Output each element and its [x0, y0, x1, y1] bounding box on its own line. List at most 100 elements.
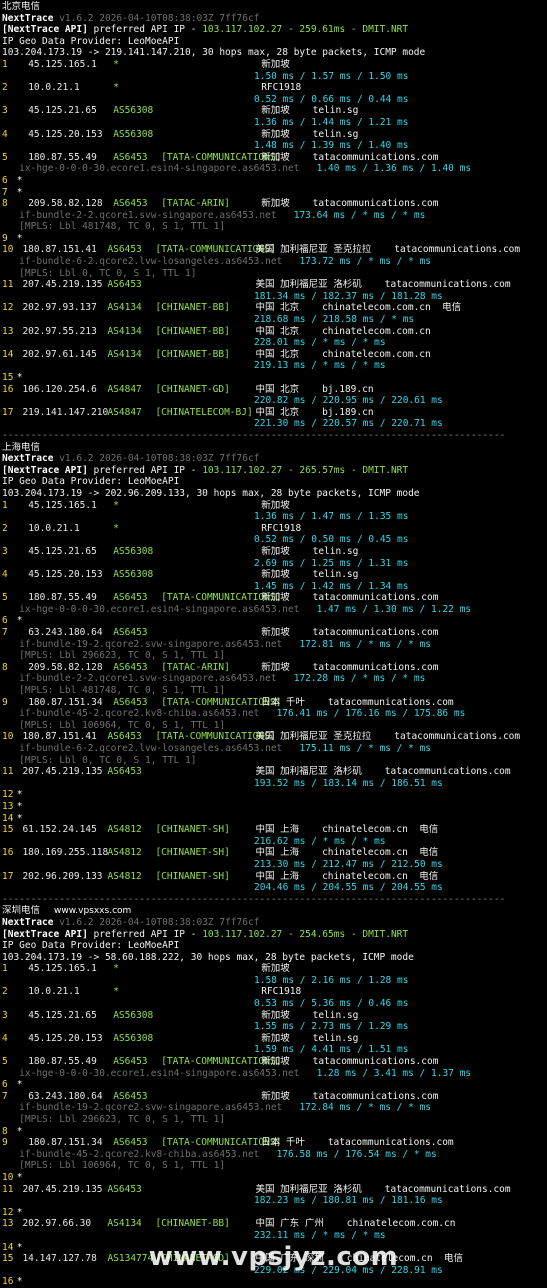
- trace-text: 103.204.173.19 -> 202.96.209.133, 30 hop…: [2, 487, 420, 499]
- hop-tag: [TATA-COMMUNICATIONS]: [161, 592, 282, 604]
- hop-latency: 1.59 ms / 4.41 ms / 1.51 ms: [254, 1044, 409, 1056]
- nexttrace-version: NextTrace v1.6.2 2026-04-10T08:38:03Z 7f…: [2, 453, 547, 465]
- hop-mpls-text: [MPLS: Lbl 0, TC 0, S 1, TTL 1]: [19, 267, 197, 279]
- hop-tag: [TATA-COMMUNICATIONS]: [161, 696, 282, 708]
- hop-row: 13 202.97.66.30 AS4134 [CHINANET-BB] 中国 广东 …: [2, 1218, 547, 1230]
- hop-ip: 207.45.219.135: [22, 279, 103, 291]
- hop-asn: AS6453: [113, 1056, 148, 1068]
- api-prefix: [NextTrace API]: [2, 928, 88, 940]
- hop-tag: [CHINATELECOM-BJ]: [155, 406, 253, 418]
- hop-timeout: *: [11, 1206, 23, 1218]
- hop-host: telin.sg: [312, 569, 359, 581]
- hop-host: tatacommunications.com: [312, 1056, 439, 1068]
- app-name: NextTrace: [2, 916, 54, 928]
- hop-asn: *: [113, 82, 119, 94]
- hop-row: 8 *: [2, 1126, 547, 1138]
- hop-ip: 10.0.21.1: [28, 522, 80, 534]
- hop-asn: AS6453: [113, 661, 148, 673]
- hop-rdns-text: if-bundle-6-2.qcore2.lvw-losangeles.as64…: [19, 256, 283, 268]
- hop-location: 中国 北京: [255, 406, 300, 418]
- hop-number: 6: [2, 615, 8, 627]
- hop-mpls: [MPLS: Lbl 106964, TC 0, S 1, TTL 1]: [2, 720, 547, 732]
- hop-rdns-text: if-bundle-45-2.qcore2.kv8-chiba.as6453.n…: [19, 1148, 260, 1160]
- hop-latency: 0.52 ms / 0.66 ms / 0.44 ms: [254, 93, 409, 105]
- separator-text: ----------------------------------------…: [2, 893, 506, 905]
- section-title: 上海电信: [2, 442, 547, 454]
- hop-ip: 202.96.209.133: [22, 870, 103, 882]
- hop-latency-row: 232.11 ms / * ms / * ms: [2, 1230, 547, 1242]
- hop-mpls: [MPLS: Lbl 0, TC 0, S 1, TTL 1]: [2, 268, 547, 280]
- hop-number: 12: [2, 789, 14, 801]
- hop-host: telin.sg: [312, 1032, 359, 1044]
- hop-row: 3 45.125.21.65 AS56308 新加坡 telin.sg: [2, 105, 547, 117]
- hop-asn: AS6453: [107, 244, 142, 256]
- hop-latency-row: 1.55 ms / 2.73 ms / 1.29 ms: [2, 1021, 547, 1033]
- hop-host: bj.189.cn: [322, 406, 374, 418]
- hop-ip: 45.125.165.1: [28, 963, 97, 975]
- hop-latency: 1.45 ms / 1.42 ms / 1.34 ms: [254, 580, 409, 592]
- hop-latency: 213.30 ms / 212.47 ms / 212.50 ms: [254, 858, 443, 870]
- hop-latency: 1.50 ms / 1.57 ms / 1.50 ms: [254, 70, 409, 82]
- hop-asn: AS6453: [113, 1137, 148, 1149]
- hop-host: tatacommunications.com: [384, 1183, 511, 1195]
- hop-number: 3: [2, 1009, 8, 1021]
- hop-location: 新加坡: [261, 627, 290, 639]
- hop-row: 5 180.87.55.49 AS6453 [TATA-COMMUNICATIONS…: [2, 592, 547, 604]
- hop-tag: [TATAC-ARIN]: [161, 198, 230, 210]
- hop-latency: 219.13 ms / * ms / * ms: [254, 360, 386, 372]
- hop-asn: AS4847: [107, 406, 142, 418]
- hop-latency: 1.36 ms / 1.44 ms / 1.21 ms: [254, 116, 409, 128]
- hop-latency-row: 1.50 ms / 1.57 ms / 1.50 ms: [2, 71, 547, 83]
- hop-timeout: *: [11, 1125, 23, 1137]
- hop-row: 7 *: [2, 187, 547, 199]
- hop-asn: AS56308: [113, 105, 154, 117]
- hop-mpls: [MPLS: Lbl 296623, TC 0, S 1, TTL 1]: [2, 650, 547, 662]
- section-title-text: 北京电信: [2, 1, 41, 12]
- hop-location: 新加坡: [261, 198, 290, 210]
- hop-row: 11 207.45.219.135 AS6453 美国 加利福尼亚 洛杉矶 tata…: [2, 766, 547, 778]
- hop-host: chinatelecom.com.cn: [322, 325, 431, 337]
- hop-row: 6 *: [2, 1079, 547, 1091]
- version-info: v1.6.2 2026-04-10T08:38:03Z 7ff76cf: [53, 12, 260, 24]
- hop-ip: 209.58.82.128: [28, 198, 103, 210]
- hop-number: 4: [2, 128, 8, 140]
- hop-latency: 172.28 ms / * ms / * ms: [293, 673, 426, 685]
- hop-location: 中国 上海: [255, 847, 300, 859]
- section-title: 北京电信: [2, 1, 547, 13]
- hop-latency: 1.36 ms / 1.47 ms / 1.35 ms: [254, 511, 409, 523]
- hop-number: 5: [2, 592, 8, 604]
- hop-row: 10 *: [2, 1172, 547, 1184]
- hop-mpls: [MPLS: Lbl 481748, TC 0, S 1, TTL 1]: [2, 221, 547, 233]
- hop-mpls-text: [MPLS: Lbl 481748, TC 0, S 1, TTL 1]: [19, 221, 226, 233]
- hop-latency-row: 221.30 ms / 220.57 ms / 220.71 ms: [2, 418, 547, 430]
- hop-number: 5: [2, 1056, 8, 1068]
- hop-asn: AS56308: [113, 545, 154, 557]
- hop-asn: *: [113, 522, 119, 534]
- hop-timeout: *: [11, 372, 23, 383]
- api-text: preferred API IP -: [87, 24, 203, 36]
- hop-ip: 61.152.24.145: [22, 824, 97, 836]
- hop-location: 新加坡: [261, 1009, 290, 1021]
- hop-number: 12: [2, 1206, 14, 1218]
- hop-number: 5: [2, 151, 8, 163]
- hop-rdns: if-bundle-6-2.qcore2.lvw-losangeles.as64…: [2, 743, 547, 755]
- hop-number: 13: [2, 1218, 14, 1230]
- hop-ip: 180.87.151.41: [22, 244, 97, 256]
- hop-latency-row: 220.82 ms / 220.95 ms / 220.61 ms: [2, 395, 547, 407]
- hop-latency: 172.84 ms / * ms / * ms: [299, 1102, 432, 1114]
- hop-row: 12 *: [2, 1207, 547, 1219]
- hop-row: 10 180.87.151.41 AS6453 [TATA-COMMUNICATIO…: [2, 731, 547, 743]
- hop-latency-row: 0.52 ms / 0.66 ms / 0.44 ms: [2, 94, 547, 106]
- geo-provider: IP Geo Data Provider: LeoMoeAPI: [2, 940, 547, 952]
- hop-latency-row: 1.48 ms / 1.39 ms / 1.40 ms: [2, 140, 547, 152]
- hop-number: 9: [2, 696, 8, 708]
- hop-timeout: *: [11, 615, 23, 627]
- hop-ip: 106.120.254.6: [22, 383, 97, 395]
- trace-text: 103.204.173.19 -> 58.60.188.222, 30 hops…: [2, 951, 414, 963]
- hop-timeout: *: [11, 1079, 23, 1091]
- hop-tag: [CHINANET-SH]: [155, 847, 230, 859]
- hop-host: tatacommunications.com: [327, 696, 454, 708]
- hop-mpls-text: [MPLS: Lbl 481748, TC 0, S 1, TTL 1]: [19, 685, 226, 697]
- hop-row: 16 106.120.254.6 AS4847 [CHINANET-GD] 中国 北京…: [2, 384, 547, 396]
- hop-location: 中国 广东 广州: [255, 1218, 324, 1230]
